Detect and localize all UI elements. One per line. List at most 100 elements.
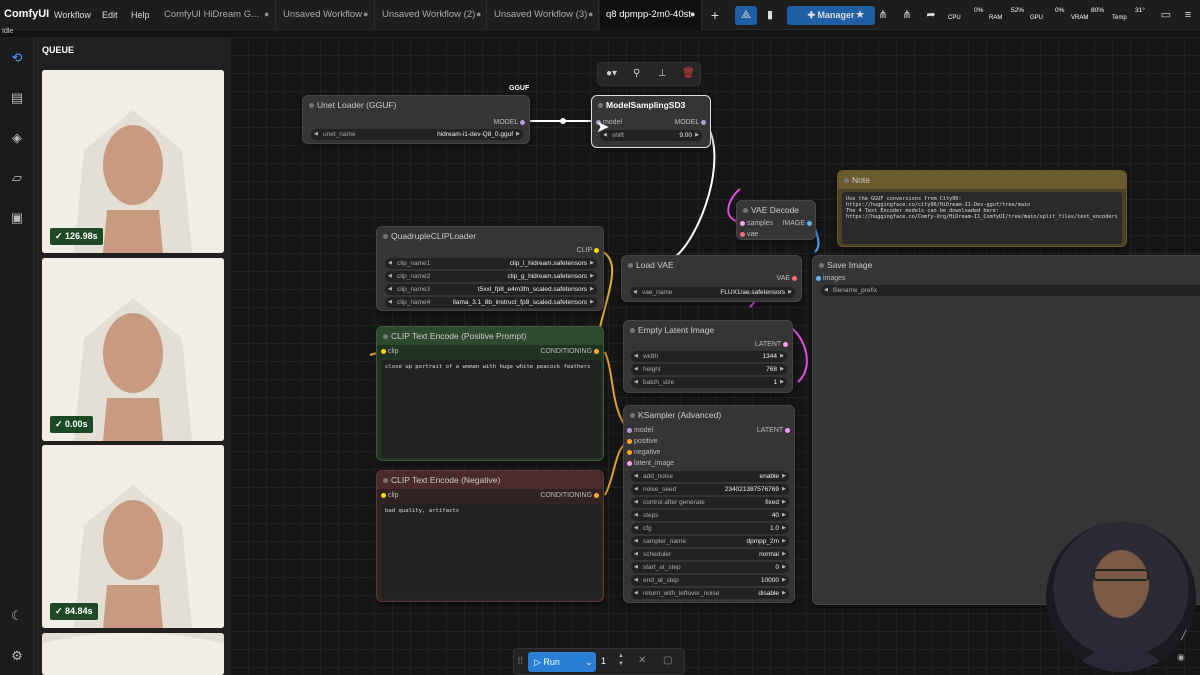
queue-item[interactable]: ✓ 126.98s bbox=[42, 70, 224, 253]
prompt-textarea[interactable]: close up portrait of a woman with huge w… bbox=[381, 360, 601, 458]
widget-end-at-step[interactable]: end_at_step 10000 bbox=[631, 575, 789, 586]
pin-icon[interactable]: ⊥ bbox=[658, 68, 667, 79]
node-empty-latent-image[interactable]: Empty Latent Image LATENT width 1344 heig… bbox=[623, 320, 793, 393]
output-conditioning[interactable]: CONDITIONING bbox=[540, 348, 599, 355]
run-mode-dropdown[interactable]: ⌄ bbox=[582, 652, 596, 672]
widget-control-after-generate[interactable]: control after generate fixed bbox=[631, 497, 789, 508]
widget-unet-name[interactable]: unet_name hidream-i1-dev-Q8_0.gguf bbox=[311, 129, 523, 140]
widget-noise-seed[interactable]: noise_seed 234021387576769 bbox=[631, 484, 789, 495]
widget-value: t5xxl_fp8_e4m3fn_scaled.safetensors bbox=[477, 286, 587, 293]
batch-stepper[interactable]: ▲ ▼ bbox=[618, 652, 624, 668]
model-library-icon[interactable]: ◈ bbox=[8, 129, 26, 147]
bookmark-icon[interactable]: ▮ bbox=[759, 6, 781, 25]
widget-name: filename_prefix bbox=[833, 287, 878, 294]
workflows-icon[interactable]: ▱ bbox=[8, 169, 26, 187]
node-note[interactable]: Note Use the GGUF conversions from City9… bbox=[837, 170, 1127, 247]
output-latent[interactable]: LATENT bbox=[755, 341, 788, 348]
node-alt-icon[interactable]: ⋔ bbox=[896, 6, 918, 25]
tab-workflow-2[interactable]: Unsaved Workflow bbox=[277, 0, 375, 30]
output-model[interactable]: MODEL bbox=[674, 119, 706, 126]
widget-cfg[interactable]: cfg 1.0 bbox=[631, 523, 789, 534]
widget-shift[interactable]: shift 9.00 bbox=[600, 130, 702, 141]
queue-item[interactable]: ✓ 0.00s bbox=[42, 258, 224, 441]
note-textarea[interactable]: Use the GGUF conversions from City96: htt… bbox=[842, 192, 1122, 244]
input-images[interactable]: images bbox=[816, 275, 846, 282]
node-ksampler-advanced[interactable]: KSampler (Advanced) LATENT model positiv… bbox=[623, 405, 795, 603]
widget-clip-name1[interactable]: clip_name1 clip_l_hidream.safetensors bbox=[385, 258, 597, 269]
color-picker-icon[interactable]: ●▾ bbox=[606, 68, 617, 79]
panel-toggle-icon[interactable]: ▭ bbox=[1155, 6, 1177, 25]
output-vae[interactable]: VAE bbox=[777, 275, 797, 282]
tab-workflow-1[interactable]: ComfyUI HiDream G... bbox=[158, 0, 276, 30]
widget-start-at-step[interactable]: start_at_step 0 bbox=[631, 562, 789, 573]
share-icon[interactable]: ➦ bbox=[920, 6, 942, 25]
duration-label: 84.84s bbox=[65, 606, 93, 616]
settings-gear-icon[interactable]: ⚙ bbox=[8, 647, 26, 665]
input-samples[interactable]: samples bbox=[740, 220, 773, 227]
menu-workflow[interactable]: Workflow bbox=[54, 10, 91, 20]
widget-width[interactable]: width 1344 bbox=[631, 351, 787, 362]
output-latent[interactable]: LATENT bbox=[757, 427, 790, 434]
widget-steps[interactable]: steps 40 bbox=[631, 510, 789, 521]
star-icon[interactable]: ★ bbox=[849, 6, 871, 25]
node-load-vae[interactable]: Load VAE VAE vae_name FLUX1/ae.safetensor… bbox=[621, 255, 802, 302]
widget-clip-name3[interactable]: clip_name3 t5xxl_fp8_e4m3fn_scaled.safete… bbox=[385, 284, 597, 295]
widget-filename-prefix[interactable]: filename_prefix bbox=[821, 285, 1200, 296]
widget-return-with-leftover-noise[interactable]: return_with_leftover_noise disable bbox=[631, 588, 789, 599]
run-button[interactable]: ▷ Run bbox=[528, 652, 582, 672]
input-model[interactable]: model bbox=[627, 427, 653, 434]
negative-prompt-textarea[interactable]: bad quality, artifacts bbox=[381, 504, 601, 599]
widget-vae-name[interactable]: vae_name FLUX1/ae.safetensors bbox=[630, 287, 795, 298]
node-clip-text-encode-negative[interactable]: CLIP Text Encode (Negative) clip CONDITI… bbox=[376, 470, 604, 602]
drag-handle-icon[interactable]: ⠿ bbox=[517, 656, 524, 667]
output-conditioning[interactable]: CONDITIONING bbox=[540, 492, 599, 499]
menu-help[interactable]: Help bbox=[131, 10, 150, 20]
eye-icon[interactable]: ◉ bbox=[1177, 652, 1185, 663]
tab-workflow-3[interactable]: Unsaved Workflow (2) bbox=[376, 0, 487, 30]
widget-clip-name2[interactable]: clip_name2 clip_g_hidream.safetensors bbox=[385, 271, 597, 282]
add-tab-button[interactable]: + bbox=[704, 6, 726, 25]
tab-workflow-4[interactable]: Unsaved Workflow (3) bbox=[488, 0, 599, 30]
input-positive[interactable]: positive bbox=[627, 438, 658, 445]
comfy-icon[interactable]: ⟁ bbox=[735, 6, 757, 25]
resize-icon[interactable]: ╱ bbox=[1181, 630, 1186, 641]
node-library-icon[interactable]: ▤ bbox=[8, 89, 26, 107]
node-vae-decode[interactable]: VAE Decode samples IMAGE vae bbox=[736, 200, 816, 240]
input-clip[interactable]: clip bbox=[381, 492, 398, 499]
tab-label: q8 dpmpp-2m0-40st bbox=[606, 9, 692, 20]
slot-label: latent_image bbox=[633, 460, 675, 467]
widget-height[interactable]: height 768 bbox=[631, 364, 787, 375]
widget-sampler-name[interactable]: sampler_name dpmpp_2m bbox=[631, 536, 789, 547]
menu-edit[interactable]: Edit bbox=[102, 10, 118, 20]
tab-workflow-active[interactable]: q8 dpmpp-2m0-40st bbox=[600, 0, 702, 30]
bypass-icon[interactable]: ⚲ bbox=[633, 68, 640, 79]
output-image[interactable]: IMAGE bbox=[782, 220, 812, 227]
history-icon[interactable]: ⟲ bbox=[8, 49, 26, 67]
node-unet-loader[interactable]: Unet Loader (GGUF) MODEL unet_name hidrea… bbox=[302, 95, 530, 144]
input-latent-image[interactable]: latent_image bbox=[627, 460, 674, 467]
output-clip[interactable]: CLIP bbox=[577, 247, 599, 254]
menu-icon[interactable]: ≡ bbox=[1177, 6, 1199, 25]
node-icon[interactable]: ⋔ bbox=[872, 6, 894, 25]
stop-icon[interactable]: ▢ bbox=[663, 655, 672, 666]
input-negative[interactable]: negative bbox=[627, 449, 660, 456]
queue-item[interactable] bbox=[42, 633, 224, 675]
cpu-bar: CPU bbox=[946, 11, 986, 24]
widget-scheduler[interactable]: scheduler normal bbox=[631, 549, 789, 560]
theme-moon-icon[interactable]: ☾ bbox=[8, 607, 26, 625]
output-model[interactable]: MODEL bbox=[493, 119, 525, 126]
slot-label: clip bbox=[387, 492, 399, 499]
node-quadruple-clip-loader[interactable]: QuadrupleCLIPLoader CLIP clip_name1clip_… bbox=[376, 226, 604, 311]
input-clip[interactable]: clip bbox=[381, 348, 398, 355]
delete-icon[interactable]: 🗑 bbox=[682, 68, 695, 79]
templates-icon[interactable]: ▣ bbox=[8, 209, 26, 227]
cancel-icon[interactable]: ✕ bbox=[638, 655, 646, 666]
sidebar: ⟲ ▤ ◈ ▱ ▣ ☾ ⚙ bbox=[0, 37, 34, 675]
batch-count-input[interactable]: 1 bbox=[601, 656, 606, 666]
node-clip-text-encode-positive[interactable]: CLIP Text Encode (Positive Prompt) clip … bbox=[376, 326, 604, 461]
input-vae[interactable]: vae bbox=[740, 231, 758, 238]
widget-batch-size[interactable]: batch_size 1 bbox=[631, 377, 787, 388]
widget-add-noise[interactable]: add_noise enable bbox=[631, 471, 789, 482]
widget-clip-name4[interactable]: clip_name4 llama_3.1_8b_instruct_fp8_scal… bbox=[385, 297, 597, 308]
queue-item[interactable]: ✓ 84.84s bbox=[42, 445, 224, 628]
